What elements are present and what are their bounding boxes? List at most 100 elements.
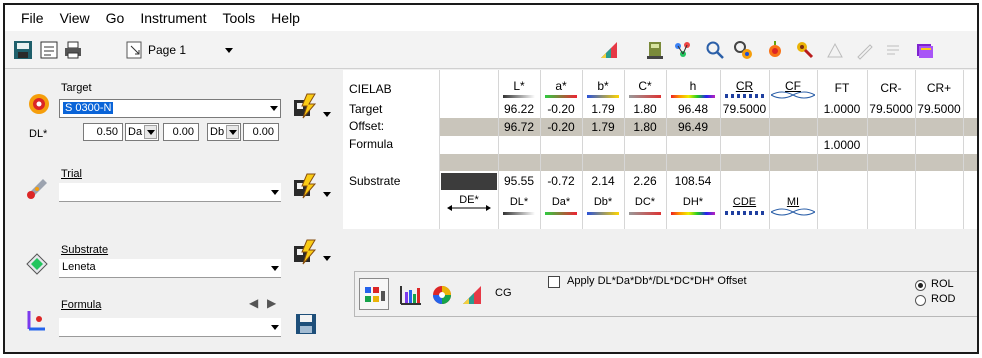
apply-offset-checkbox[interactable] [548,276,560,288]
page-dropdown-arrow[interactable] [225,48,233,53]
db-gradient-bar [587,212,619,215]
rod-label: ROD [931,293,956,305]
dl-input[interactable]: 0.50 [83,123,123,141]
measure-substrate-dropdown[interactable] [323,256,331,261]
db-select[interactable]: Db [207,123,241,141]
mi-curve [771,208,815,216]
chevron-down-icon[interactable] [271,190,279,195]
da-select[interactable]: Da [125,123,159,141]
next-arrow-icon[interactable]: ▶ [267,296,276,310]
previous-arrow-icon[interactable]: ◀ [249,296,258,310]
measure-trial-icon[interactable] [291,172,319,200]
formula-ft: 1.0000 [823,138,861,152]
page-label[interactable]: Page 1 [148,43,186,57]
row-label-formula: Formula [349,137,394,151]
substrate-combo[interactable]: Leneta [59,259,281,278]
left-panel: Target S 0300-N DL* 0.50 Da 0.00 Db 0.00… [5,70,343,352]
chevron-down-icon[interactable] [226,125,239,139]
menu-view[interactable]: View [52,5,98,31]
da-gradient-bar [545,212,577,215]
db-input[interactable]: 0.00 [243,123,279,141]
target-a: -0.20 [547,102,575,116]
chevron-down-icon[interactable] [271,266,279,271]
target-h: 96.48 [677,102,709,116]
triangle-tool-icon [827,42,843,58]
rol-radio[interactable] [915,280,926,291]
measure-target-icon[interactable] [291,92,319,120]
target-c: 1.80 [633,102,657,116]
chevron-down-icon[interactable] [271,325,279,330]
dc-gradient-bar [629,212,661,215]
formula-combo[interactable] [59,318,281,337]
menu-help[interactable]: Help [263,5,308,31]
measure-trial-dropdown[interactable] [323,192,331,197]
substrate-h: 108.54 [674,174,712,188]
trial-label: Trial [61,168,82,180]
tool-strip: CG Apply DL*Da*Db*/DL*DC*DH* Offset ROL … [354,271,977,317]
substrate-c: 2.26 [633,174,657,188]
key-icon[interactable] [795,40,815,60]
save-job-icon[interactable] [13,40,33,60]
page-icon[interactable] [125,40,145,60]
cde-pattern [725,211,765,215]
diff-header-dh: DH* [682,196,704,208]
da-input[interactable]: 0.00 [163,123,199,141]
color-chart-icon[interactable] [461,284,483,306]
spectral-curve-icon[interactable] [399,284,423,306]
header-cr: CR [735,79,754,93]
header-cr-plus: CR+ [926,81,952,95]
l-gradient-bar [503,95,535,98]
target-cr-minus: 79.5000 [869,102,913,116]
book-icon[interactable] [915,40,935,60]
app-window: File View Go Instrument Tools Help Page … [3,3,979,354]
cielab-grid: CIELAB L* a* b* C* h CR CF FT CR- CR+ Ta… [343,70,977,229]
instrument-icon[interactable] [645,40,665,60]
cg-label[interactable]: CG [495,287,512,299]
lab-values-button[interactable] [359,278,389,310]
target-value: S 0300-N [63,102,114,114]
chevron-down-icon[interactable] [144,125,157,139]
offset-h: 96.49 [677,120,709,134]
b-gradient-bar [587,95,619,98]
trial-combo[interactable] [59,183,281,202]
measure-target-dropdown[interactable] [323,112,331,117]
printer-icon[interactable] [63,40,83,60]
menu-bar: File View Go Instrument Tools Help [5,5,977,31]
list-tool-icon [887,45,899,55]
substrate-swatch [441,173,497,190]
measure-substrate-icon[interactable] [291,238,319,266]
header-a: a* [555,79,567,93]
diff-header-db: Db* [593,196,613,208]
offset-c: 1.80 [633,120,657,134]
color-wheel-icon[interactable] [431,284,453,306]
chevron-down-icon[interactable] [270,106,278,111]
menu-go[interactable]: Go [98,5,133,31]
dl-gradient-bar [503,212,535,215]
molecule-icon[interactable] [673,40,693,60]
menu-instrument[interactable]: Instrument [132,5,214,31]
apply-offset-label: Apply DL*Da*Db*/DL*DC*DH* Offset [567,275,747,287]
diff-header-dc: DC* [634,196,656,208]
offset-b: 1.79 [591,120,615,134]
substrate-b: 2.14 [591,174,615,188]
colorant-icon[interactable] [765,40,785,60]
search-icon[interactable] [705,40,725,60]
target-l: 96.22 [503,102,535,116]
menu-tools[interactable]: Tools [214,5,263,31]
grid-line [439,70,440,229]
dl-label: DL* [29,128,48,140]
search-formula-icon[interactable] [733,40,753,60]
da-select-label: Da [128,126,143,138]
save-formula-icon[interactable] [295,313,317,335]
rod-radio[interactable] [915,295,926,306]
edit-tool-icon [857,44,873,60]
report-icon[interactable] [39,40,59,60]
target-combo[interactable]: S 0300-N [59,99,281,118]
menu-file[interactable]: File [13,5,52,31]
color-chart-icon[interactable] [599,40,619,60]
row-label-offset: Offset: [349,119,385,133]
db-select-label: Db [210,126,225,138]
rol-radio-dot [918,283,923,288]
target-icon [29,94,49,114]
header-c: C* [638,79,652,93]
